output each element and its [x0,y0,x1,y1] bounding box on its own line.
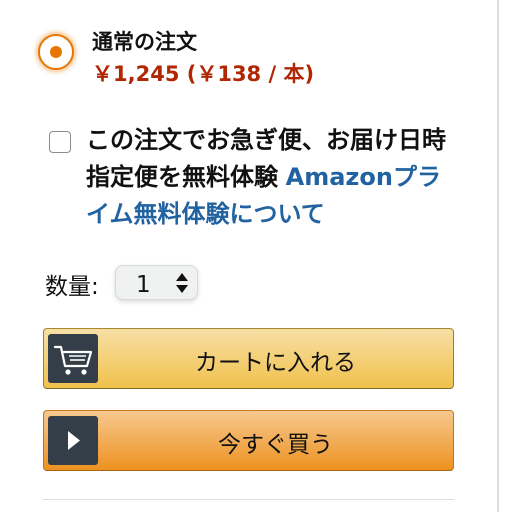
delivery-option-title: 通常の注文 [92,30,197,54]
play-icon [48,416,98,465]
buy-now-label: 今すぐ買う [218,432,333,458]
add-to-cart-button[interactable]: カートに入れる [43,328,454,389]
quantity-label: 数量: [45,274,99,300]
express-trial-text: この注文でお急ぎ便、お届け日時指定便を無料体験 Amazonプライム無料体験につ… [86,122,458,233]
delivery-option-price: ￥1,245 (￥138 / 本) [92,62,315,86]
delivery-radio-button[interactable] [38,34,74,70]
delivery-option-normal[interactable]: 通常の注文 ￥1,245 (￥138 / 本) [38,24,478,86]
radio-selected-dot [50,46,62,58]
express-trial-checkbox[interactable] [49,131,71,153]
buy-now-button[interactable]: 今すぐ買う [43,410,454,471]
panel-right-border [497,0,499,512]
quantity-select[interactable]: 1 [115,265,198,300]
quantity-value: 1 [136,272,151,298]
section-divider [43,499,454,500]
shopping-cart-icon [48,334,98,383]
updown-arrows-icon [174,272,190,294]
add-to-cart-label: カートに入れる [195,350,356,376]
